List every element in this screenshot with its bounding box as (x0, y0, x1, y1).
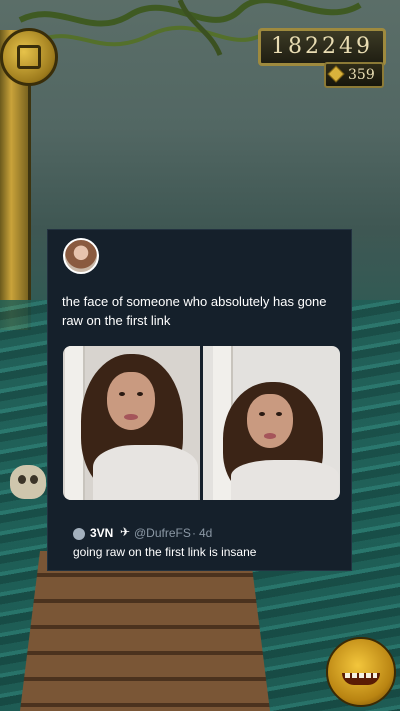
photo-face (107, 372, 155, 430)
photo-shirt (93, 445, 198, 500)
quoted-text: going raw on the first link is insane (73, 545, 257, 559)
tweet-photo-left[interactable] (63, 346, 200, 500)
quoted-timestamp: 4d (199, 526, 213, 540)
face-eye (275, 412, 282, 417)
face-lips (124, 413, 138, 420)
quoted-handle[interactable]: @DufreFS (134, 526, 191, 540)
tweet-text: the face of someone who absolutely has g… (62, 294, 327, 328)
face-lips (263, 432, 277, 439)
coin-gem-icon (327, 65, 345, 83)
twitter-bird-icon: ✈ (120, 525, 131, 539)
avatar[interactable] (63, 238, 99, 274)
photo-shirt (231, 460, 339, 500)
coin-counter: 359 (324, 62, 384, 88)
photo-face (247, 394, 293, 448)
face-eye (137, 391, 143, 396)
score-counter: 182249 (258, 28, 386, 66)
tweet-photo-right[interactable] (203, 346, 340, 500)
quoted-avatar[interactable] (73, 528, 85, 540)
tweet-card[interactable]: the face of someone who absolutely has g… (47, 229, 352, 571)
monkey-icon (326, 637, 396, 707)
idol-icon (0, 28, 58, 86)
face-eye (119, 391, 125, 396)
monkey-mouth (342, 673, 380, 685)
wooden-bridge (20, 551, 270, 711)
quoted-name[interactable]: 3VN (90, 526, 113, 540)
coin-count: 359 (348, 67, 375, 83)
skull-icon (10, 465, 46, 499)
face-eye (258, 412, 265, 417)
quoted-separator: · (192, 526, 196, 540)
